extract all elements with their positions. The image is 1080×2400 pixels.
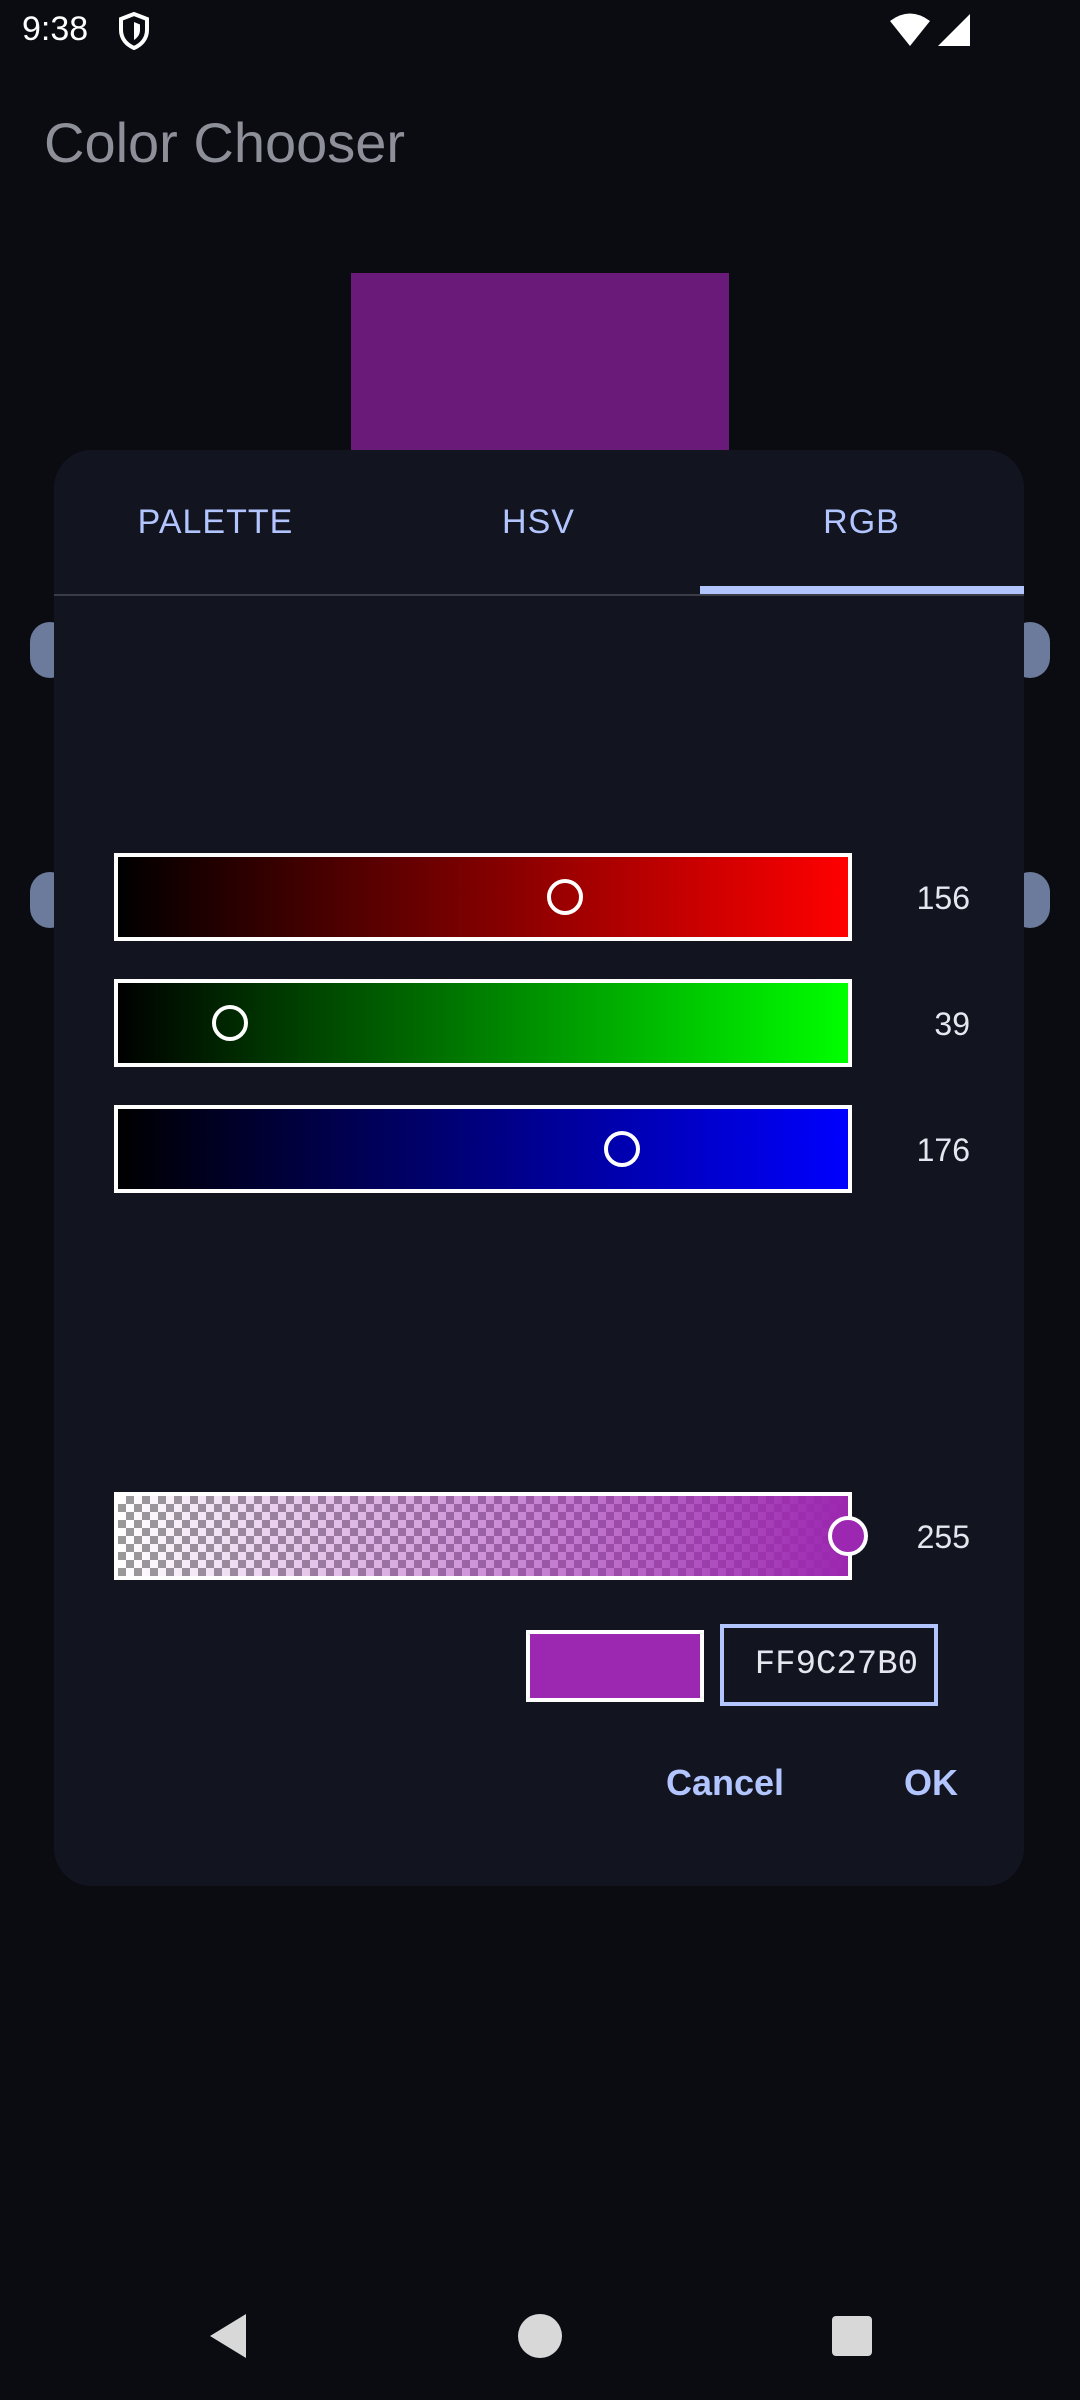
hex-input[interactable] bbox=[720, 1624, 938, 1706]
tab-rgb[interactable]: RGB bbox=[700, 450, 1023, 594]
selected-color-swatch bbox=[526, 1630, 704, 1702]
navigation-bar bbox=[0, 2270, 1080, 2400]
tab-palette[interactable]: PALETTE bbox=[54, 450, 377, 594]
home-icon[interactable] bbox=[516, 2312, 564, 2360]
alpha-slider[interactable] bbox=[114, 1492, 868, 1580]
red-slider[interactable] bbox=[114, 853, 852, 941]
red-slider-thumb[interactable] bbox=[546, 879, 583, 915]
blue-slider-thumb[interactable] bbox=[603, 1131, 640, 1167]
red-value: 156 bbox=[916, 880, 970, 916]
green-slider-thumb[interactable] bbox=[211, 1005, 248, 1041]
alpha-slider-thumb[interactable] bbox=[828, 1516, 868, 1556]
blue-slider[interactable] bbox=[114, 1105, 852, 1193]
blue-value: 176 bbox=[916, 1132, 970, 1168]
green-slider[interactable] bbox=[114, 979, 852, 1067]
wifi-icon bbox=[890, 13, 930, 46]
color-picker-dialog: PALETTE HSV RGB 156 39 176 255 Cancel OK bbox=[54, 450, 1024, 1886]
green-value: 39 bbox=[934, 1006, 970, 1042]
status-bar: 9:38 bbox=[0, 0, 1080, 64]
cancel-button[interactable]: Cancel bbox=[666, 1762, 784, 1804]
shield-icon bbox=[119, 12, 149, 50]
back-icon[interactable] bbox=[206, 2312, 250, 2360]
color-preview-swatch bbox=[351, 273, 729, 453]
signal-icon bbox=[938, 14, 970, 46]
ok-button[interactable]: OK bbox=[904, 1762, 958, 1804]
status-time: 9:38 bbox=[22, 10, 89, 48]
tab-bar: PALETTE HSV RGB bbox=[54, 450, 1024, 596]
alpha-value: 255 bbox=[916, 1519, 970, 1555]
tab-selected-indicator bbox=[700, 586, 1024, 594]
recents-icon[interactable] bbox=[830, 2314, 874, 2358]
tab-hsv[interactable]: HSV bbox=[377, 450, 700, 594]
app-title: Color Chooser bbox=[44, 111, 406, 174]
